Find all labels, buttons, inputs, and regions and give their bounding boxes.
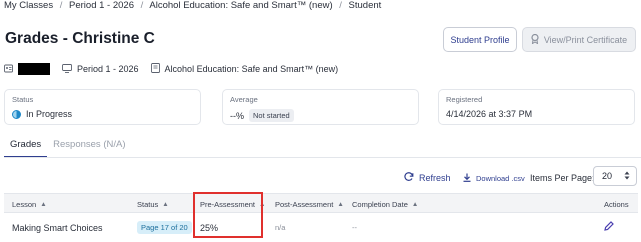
not-started-badge: Not started [249, 109, 294, 122]
sort-icon: ▲︎ [337, 200, 344, 208]
status-card-value-row: In Progress [12, 109, 193, 119]
download-icon [463, 173, 471, 184]
column-header-post-assessment-label: Post-Assessment [275, 199, 334, 209]
course-item: Alcohol Education: Safe and Smart™ (new) [150, 63, 339, 75]
monitor-icon [62, 63, 72, 75]
breadcrumb: My Classes / Period 1 - 2026 / Alcohol E… [4, 0, 381, 11]
table-row: Making Smart Choices Page 17 of 20 25% n… [4, 213, 638, 242]
period-label: Period 1 - 2026 [77, 64, 139, 74]
status-card: Status In Progress [4, 89, 201, 125]
tab-divider [4, 157, 641, 158]
book-icon [150, 63, 160, 75]
sort-icon: ▲︎ [162, 200, 169, 208]
column-header-actions: Actions [604, 199, 629, 209]
cell-lesson: Making Smart Choices [12, 222, 103, 233]
items-per-page-value: 20 [602, 171, 613, 181]
breadcrumb-separator: / [140, 0, 144, 11]
tab-bar: Grades Responses (N/A) [4, 137, 132, 158]
breadcrumb-separator: / [339, 0, 342, 11]
tab-grades[interactable]: Grades [4, 137, 48, 158]
table-header: Lesson ▲︎ Status ▲︎ Pre-Assessment ▲︎ Po… [4, 193, 638, 213]
sort-icon: ▲︎ [411, 200, 419, 208]
status-card-value: In Progress [26, 109, 73, 119]
student-profile-button[interactable]: Student Profile [443, 27, 517, 52]
registered-card: Registered 4/14/2026 at 3:37 PM [438, 89, 635, 125]
student-id-item [4, 63, 50, 75]
edit-button[interactable] [604, 213, 614, 242]
status-card-label: Status [12, 95, 34, 104]
student-meta-row: Period 1 - 2026 Alcohol Education: Safe … [4, 61, 350, 77]
average-card-value: --% [230, 110, 244, 121]
course-label: Alcohol Education: Safe and Smart™ (new) [164, 64, 339, 74]
breadcrumb-period[interactable]: Period 1 - 2026 [69, 0, 134, 11]
in-progress-icon [12, 109, 21, 119]
column-header-post-assessment[interactable]: Post-Assessment ▲︎ [275, 194, 344, 214]
id-card-icon [4, 64, 13, 75]
registered-card-label: Registered [446, 95, 483, 104]
column-header-status[interactable]: Status ▲︎ [137, 194, 169, 214]
column-header-status-label: Status [137, 199, 159, 209]
items-per-page-select[interactable]: 20 [593, 166, 637, 186]
refresh-button[interactable]: Refresh [404, 167, 451, 189]
average-card: Average --% Not started [222, 89, 419, 125]
tab-responses[interactable]: Responses (N/A) [47, 137, 131, 158]
breadcrumb-student: Student [348, 0, 382, 11]
download-csv-button[interactable]: Download .csv [463, 167, 525, 189]
registered-card-value: 4/14/2026 at 3:37 PM [446, 109, 533, 119]
page-title: Grades - Christine C [5, 30, 155, 47]
cell-completion-date: -- [352, 223, 357, 232]
average-card-value-row: --% Not started [230, 109, 411, 122]
sort-icon: ▲︎ [40, 200, 47, 208]
pencil-icon [604, 221, 614, 234]
average-card-label: Average [230, 95, 258, 104]
column-header-completion-date[interactable]: Completion Date ▲︎ [352, 194, 418, 214]
download-csv-label: Download .csv [476, 173, 525, 183]
redacted-student-id [18, 63, 50, 75]
pre-assessment-highlight-box [193, 192, 263, 238]
column-header-completion-date-label: Completion Date [352, 199, 408, 209]
ribbon-icon [531, 33, 539, 46]
column-header-lesson-label: Lesson [12, 199, 37, 209]
breadcrumb-course[interactable]: Alcohol Education: Safe and Smart™ (new) [149, 0, 332, 11]
items-per-page-label: Items Per Page: [530, 173, 595, 183]
view-print-certificate-label: View/Print Certificate [543, 34, 628, 45]
breadcrumb-separator: / [59, 0, 63, 11]
refresh-icon [404, 172, 414, 184]
refresh-label: Refresh [419, 173, 451, 183]
period-item: Period 1 - 2026 [62, 63, 139, 75]
cell-status: Page 17 of 20 [137, 213, 192, 242]
cell-post-assessment: n/a [275, 223, 286, 232]
view-print-certificate-button[interactable]: View/Print Certificate [522, 27, 636, 52]
status-pill: Page 17 of 20 [137, 221, 192, 234]
sort-caret-icon [624, 171, 630, 182]
breadcrumb-my-classes[interactable]: My Classes [4, 0, 53, 11]
column-header-lesson[interactable]: Lesson ▲︎ [12, 194, 47, 214]
